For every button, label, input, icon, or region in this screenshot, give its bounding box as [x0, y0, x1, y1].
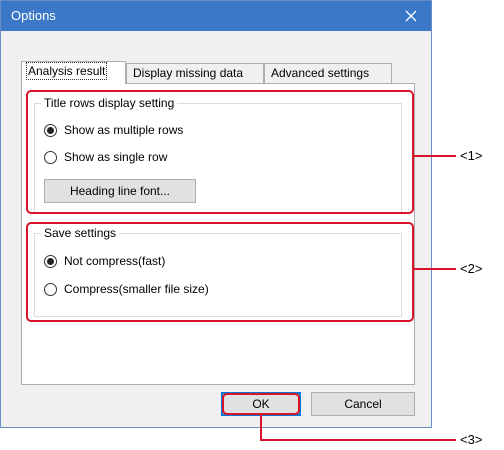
tab-label: Display missing data [133, 66, 244, 80]
callout-line-2 [414, 268, 456, 270]
callout-line-3b [260, 439, 456, 441]
callout-box-3 [222, 393, 300, 415]
window-title: Options [11, 8, 56, 23]
callout-line-3a [260, 415, 262, 441]
tab-label: Analysis result [25, 62, 108, 80]
tab-advanced-settings[interactable]: Advanced settings [264, 63, 392, 83]
tab-display-missing-data[interactable]: Display missing data [126, 63, 264, 83]
close-button[interactable] [391, 1, 431, 31]
cancel-button[interactable]: Cancel [311, 392, 415, 416]
callout-box-2 [26, 222, 414, 322]
callout-line-1 [414, 155, 456, 157]
tab-analysis-result[interactable]: Analysis result [21, 61, 126, 84]
callout-label-3: <3> [460, 432, 483, 447]
callout-label-2: <2> [460, 261, 483, 276]
title-bar: Options [1, 1, 431, 31]
close-icon [405, 10, 417, 22]
callout-box-1 [26, 90, 414, 214]
callout-label-1: <1> [460, 148, 483, 163]
options-dialog: Options Analysis result Display missing … [0, 0, 432, 428]
tab-label: Advanced settings [271, 66, 370, 80]
